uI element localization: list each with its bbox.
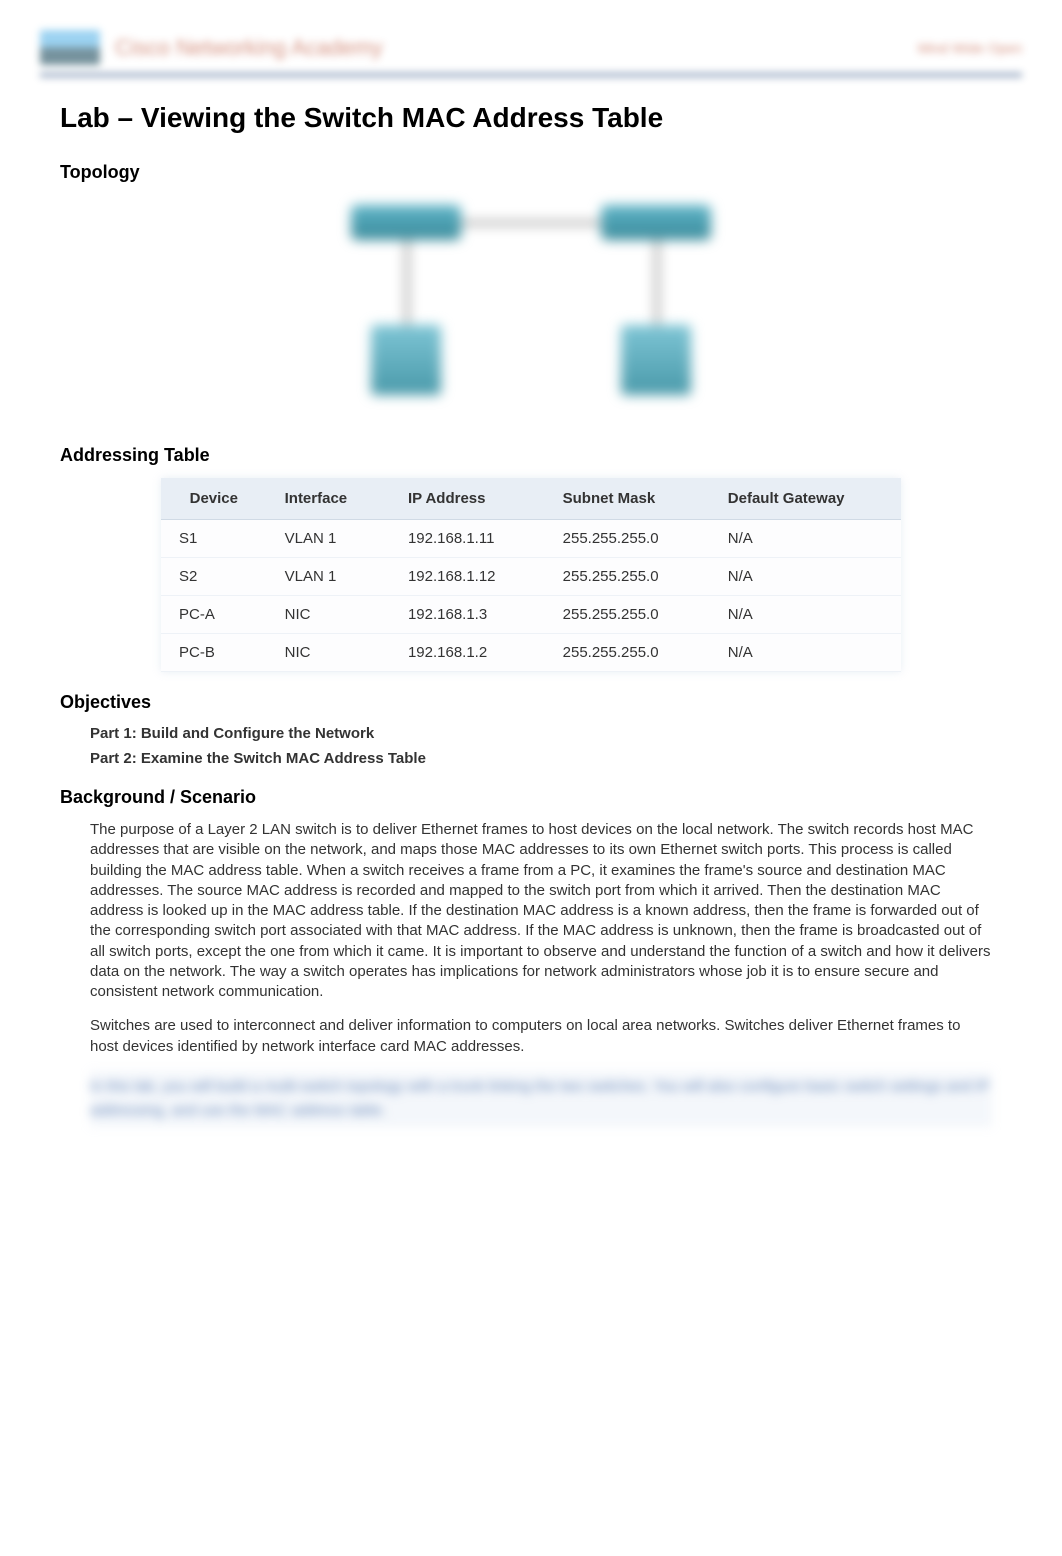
link-s1-pca bbox=[406, 240, 408, 325]
cell-mask: 255.255.255.0 bbox=[545, 520, 710, 558]
cisco-logo-icon bbox=[40, 30, 100, 65]
section-addressing-heading: Addressing Table bbox=[60, 445, 1022, 466]
document-page: Cisco Networking Academy Mind Wide Open … bbox=[0, 0, 1062, 1556]
cell-interface: NIC bbox=[267, 596, 390, 634]
topology-canvas bbox=[321, 195, 741, 425]
objectives-list: Part 1: Build and Configure the Network … bbox=[90, 725, 1022, 767]
cell-gateway: N/A bbox=[710, 520, 901, 558]
pc-a-icon bbox=[371, 325, 441, 395]
cell-interface: VLAN 1 bbox=[267, 520, 390, 558]
table-row: S1 VLAN 1 192.168.1.11 255.255.255.0 N/A bbox=[161, 520, 901, 558]
cell-device: PC-A bbox=[161, 596, 267, 634]
background-paragraph-2: Switches are used to interconnect and de… bbox=[90, 1016, 992, 1057]
objective-part1: Part 1: Build and Configure the Network bbox=[90, 725, 1022, 742]
cell-gateway: N/A bbox=[710, 558, 901, 596]
page-header: Cisco Networking Academy Mind Wide Open bbox=[40, 20, 1022, 77]
cell-mask: 255.255.255.0 bbox=[545, 634, 710, 672]
pc-b-icon bbox=[621, 325, 691, 395]
section-topology-heading: Topology bbox=[60, 162, 1022, 183]
cell-device: S2 bbox=[161, 558, 267, 596]
cell-device: PC-B bbox=[161, 634, 267, 672]
link-s2-pcb bbox=[656, 240, 658, 325]
cell-ip: 192.168.1.11 bbox=[390, 520, 545, 558]
cell-interface: VLAN 1 bbox=[267, 558, 390, 596]
header-left: Cisco Networking Academy bbox=[40, 30, 383, 65]
col-ip: IP Address bbox=[390, 478, 545, 520]
cell-ip: 192.168.1.2 bbox=[390, 634, 545, 672]
col-device: Device bbox=[161, 478, 267, 520]
cell-ip: 192.168.1.12 bbox=[390, 558, 545, 596]
cell-device: S1 bbox=[161, 520, 267, 558]
background-text: The purpose of a Layer 2 LAN switch is t… bbox=[90, 820, 992, 1127]
col-mask: Subnet Mask bbox=[545, 478, 710, 520]
objective-part2: Part 2: Examine the Switch MAC Address T… bbox=[90, 750, 1022, 767]
header-tagline: Mind Wide Open bbox=[918, 40, 1022, 56]
page-title: Lab – Viewing the Switch MAC Address Tab… bbox=[60, 102, 1022, 134]
cell-gateway: N/A bbox=[710, 634, 901, 672]
link-trunk bbox=[461, 222, 601, 224]
col-gateway: Default Gateway bbox=[710, 478, 901, 520]
cell-mask: 255.255.255.0 bbox=[545, 558, 710, 596]
cell-gateway: N/A bbox=[710, 596, 901, 634]
background-paragraph-1: The purpose of a Layer 2 LAN switch is t… bbox=[90, 820, 992, 1002]
background-paragraph-3-blurred: In this lab, you will build a multi-swit… bbox=[90, 1071, 992, 1127]
table-row: PC-B NIC 192.168.1.2 255.255.255.0 N/A bbox=[161, 634, 901, 672]
cell-interface: NIC bbox=[267, 634, 390, 672]
table-header-row: Device Interface IP Address Subnet Mask … bbox=[161, 478, 901, 520]
col-interface: Interface bbox=[267, 478, 390, 520]
cell-ip: 192.168.1.3 bbox=[390, 596, 545, 634]
section-background-heading: Background / Scenario bbox=[60, 787, 1022, 808]
switch-s2-icon bbox=[601, 205, 711, 240]
topology-diagram bbox=[40, 195, 1022, 425]
cell-mask: 255.255.255.0 bbox=[545, 596, 710, 634]
table-row: PC-A NIC 192.168.1.3 255.255.255.0 N/A bbox=[161, 596, 901, 634]
addressing-table: Device Interface IP Address Subnet Mask … bbox=[161, 478, 901, 672]
table-row: S2 VLAN 1 192.168.1.12 255.255.255.0 N/A bbox=[161, 558, 901, 596]
section-objectives-heading: Objectives bbox=[60, 692, 1022, 713]
switch-s1-icon bbox=[351, 205, 461, 240]
brand-text: Cisco Networking Academy bbox=[115, 35, 383, 61]
